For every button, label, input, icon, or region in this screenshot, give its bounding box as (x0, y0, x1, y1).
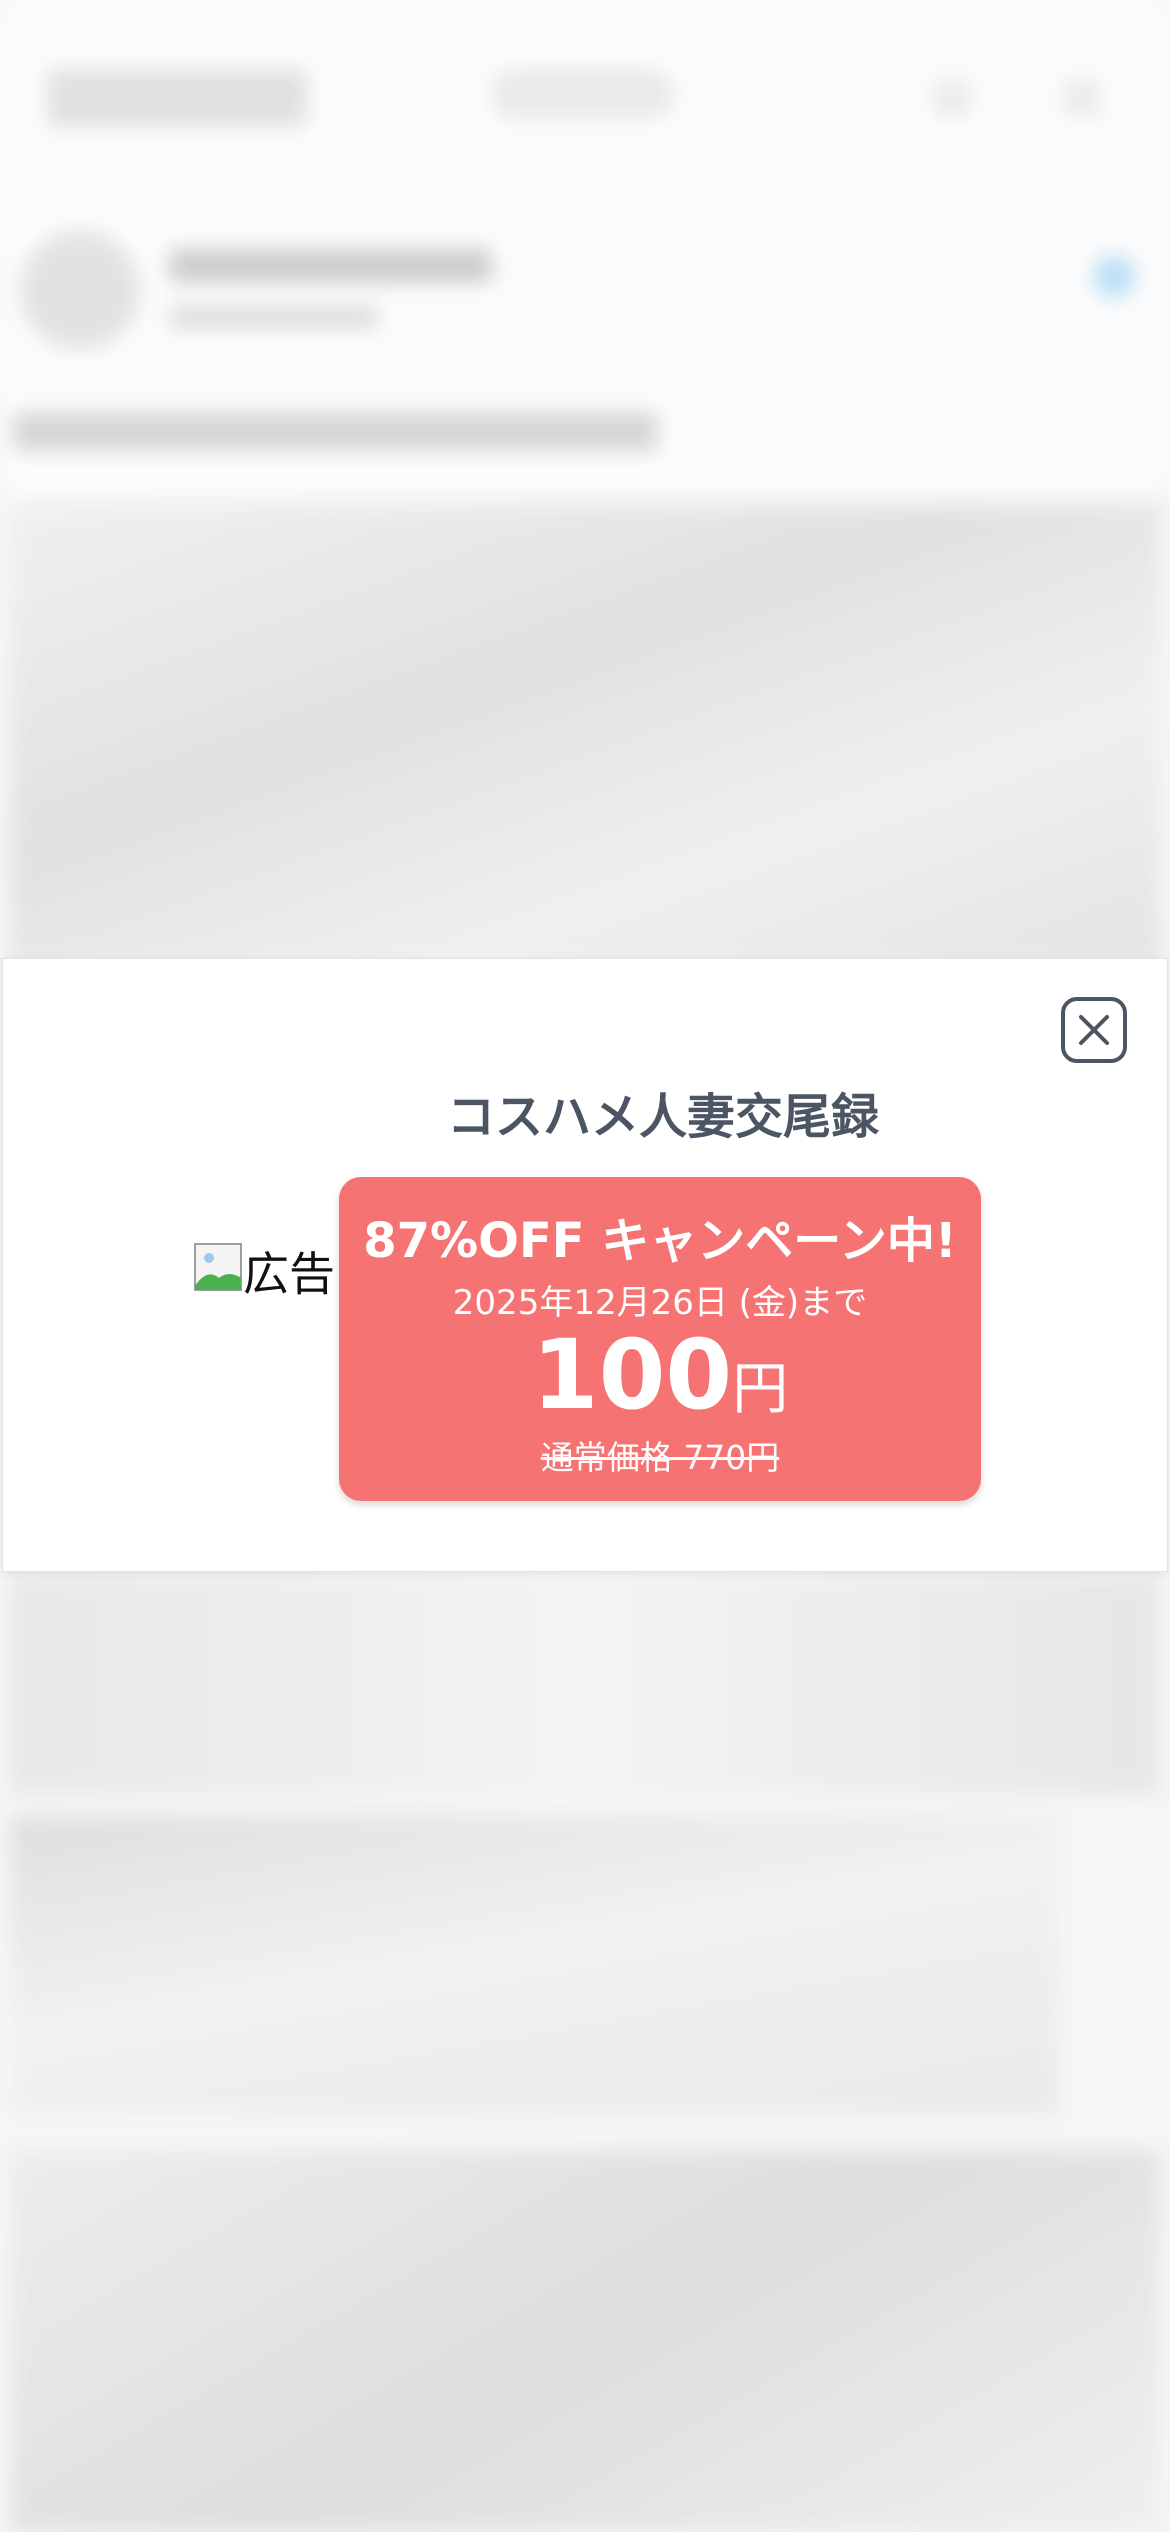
ad-image[interactable]: 広告 (193, 1241, 335, 1301)
popup-title: コスハメ人妻交尾録 (446, 1089, 879, 1145)
sale-price-unit: 円 (732, 1357, 789, 1422)
sale-price: 100円 (339, 1319, 981, 1431)
broken-image-icon (194, 1243, 242, 1291)
campaign-banner[interactable]: 87%OFF キャンペーン中! 2025年12月26日 (金)まで 100円 通… (339, 1177, 981, 1501)
close-button[interactable] (1061, 997, 1127, 1063)
sale-price-value: 100 (531, 1319, 733, 1431)
close-icon (1079, 1015, 1109, 1045)
ad-image-alt-text: 広告 (243, 1247, 335, 1301)
regular-price: 通常価格 770円 (540, 1438, 780, 1477)
campaign-headline: 87%OFF キャンペーン中! (363, 1213, 957, 1269)
campaign-deadline: 2025年12月26日 (金)まで (452, 1283, 868, 1323)
ad-popup: コスハメ人妻交尾録 広告 87%OFF キャンペーン中! 2025年12月26日… (2, 958, 1168, 1572)
